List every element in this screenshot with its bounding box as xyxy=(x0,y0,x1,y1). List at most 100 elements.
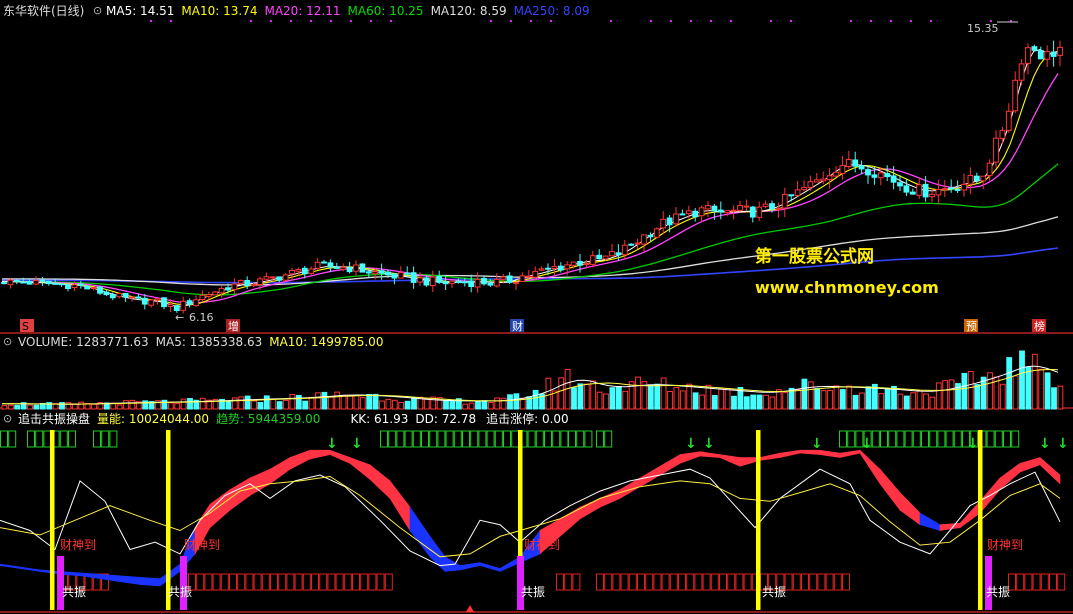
low-label: 6.16 xyxy=(189,311,214,324)
top-dot xyxy=(290,20,292,22)
candle-body xyxy=(186,300,193,305)
main-legend-item-4: MA120: 8.59 xyxy=(431,4,507,18)
candle-body xyxy=(877,172,884,179)
top-dot xyxy=(270,20,272,22)
candle-body xyxy=(679,213,686,216)
candle-body xyxy=(685,210,692,215)
candle-body xyxy=(871,174,878,178)
candle-body xyxy=(749,206,756,218)
event-tag: 预 xyxy=(966,320,977,333)
candle-body xyxy=(359,263,366,273)
candle-body xyxy=(391,273,398,279)
caishen-label: 财神到 xyxy=(524,538,560,552)
candle-body xyxy=(820,178,827,182)
resonance-marker xyxy=(57,556,64,610)
candle-body xyxy=(129,296,135,299)
candle-body xyxy=(903,185,910,193)
volume-bar xyxy=(161,399,168,410)
down-arrow-icon: ↓ xyxy=(967,436,979,452)
volume-bar xyxy=(801,378,808,410)
top-dot xyxy=(850,20,852,22)
volume-bar xyxy=(27,404,33,410)
volume-collapse-icon[interactable]: ⊙ xyxy=(3,335,12,348)
volume-bar xyxy=(462,403,469,410)
volume-bar xyxy=(78,401,85,410)
volume-bar xyxy=(340,394,347,410)
resonance-marker xyxy=(985,556,992,610)
gongzhen-label: 共振 xyxy=(62,585,86,599)
volume-bar xyxy=(225,401,232,410)
top-dot xyxy=(250,20,252,22)
ind-legend-item-1: 量能: 10024044.00 xyxy=(97,412,209,426)
volume-bar xyxy=(372,393,379,410)
trend-band-segment xyxy=(139,576,161,587)
candle-body xyxy=(314,261,321,269)
candle-body xyxy=(442,281,449,285)
candle-body xyxy=(935,189,942,196)
volume-bar xyxy=(827,389,833,410)
volume-bar xyxy=(494,397,501,410)
candle-body xyxy=(884,173,891,178)
candle-body xyxy=(231,283,238,290)
high-label: 15.35 xyxy=(967,22,999,35)
volume-bar xyxy=(199,397,206,410)
candle-body xyxy=(301,267,308,275)
volume-bar xyxy=(865,386,872,410)
top-dot xyxy=(690,20,692,22)
volume-bar xyxy=(750,394,757,410)
volume-bar xyxy=(167,402,174,410)
candle-body xyxy=(513,281,519,284)
candle-body xyxy=(634,242,641,245)
indicator-collapse-icon[interactable]: ⊙ xyxy=(3,412,12,425)
candle-body xyxy=(999,130,1006,139)
candle-body xyxy=(135,296,142,299)
volume-bar xyxy=(948,379,955,410)
volume-bar xyxy=(1006,357,1013,410)
volume-bar xyxy=(391,399,398,410)
volume-bar xyxy=(475,401,481,410)
volume-bar xyxy=(705,384,712,410)
gongzhen-label: 共振 xyxy=(986,585,1010,599)
volume-bar xyxy=(238,396,245,410)
volume-bar xyxy=(1019,350,1025,410)
candle-body xyxy=(180,300,187,311)
event-tag: 增 xyxy=(228,319,239,333)
candle-body xyxy=(890,175,897,183)
candle-body xyxy=(692,210,699,218)
indicator-legend: 追击共振操盘 量能: 10024044.00 趋势: 5944359.00 KK: 6… xyxy=(18,411,569,426)
candle-body xyxy=(193,299,199,306)
collapse-icon[interactable]: ⊙ xyxy=(93,4,102,17)
candle-body xyxy=(449,280,455,284)
ind-legend-item-4: DD: 72.78 xyxy=(415,412,476,426)
candle-body xyxy=(58,283,65,286)
candle-body xyxy=(205,294,212,297)
candle-body xyxy=(199,294,206,300)
candle-body xyxy=(666,217,673,226)
candle-body xyxy=(327,262,334,268)
candle-body xyxy=(807,181,814,188)
volume-bar xyxy=(116,404,123,410)
volume-bar xyxy=(33,404,40,410)
volume-bar xyxy=(379,400,385,410)
down-arrow-icon: ↓ xyxy=(326,436,338,452)
down-arrow-icon: ↓ xyxy=(351,436,363,452)
candle-body xyxy=(97,286,103,294)
volume-bar xyxy=(692,392,699,410)
top-dot xyxy=(730,20,732,22)
volume-bar xyxy=(699,394,705,410)
volume-bar xyxy=(327,396,334,410)
down-arrow-icon: ↓ xyxy=(1057,436,1069,452)
candle-body xyxy=(173,305,180,312)
candle-body xyxy=(45,280,52,285)
candle-body xyxy=(154,298,161,301)
watermark-title: 第一股票公式网 xyxy=(755,246,874,267)
volume-bar xyxy=(635,376,641,410)
volume-bar xyxy=(571,387,577,410)
candle-body xyxy=(730,209,737,212)
candle-body xyxy=(52,282,59,285)
candle-body xyxy=(1044,51,1051,60)
candle-body xyxy=(7,279,14,286)
volume-bar xyxy=(359,397,366,410)
candle-body xyxy=(711,205,718,212)
candle-body xyxy=(1,282,7,285)
